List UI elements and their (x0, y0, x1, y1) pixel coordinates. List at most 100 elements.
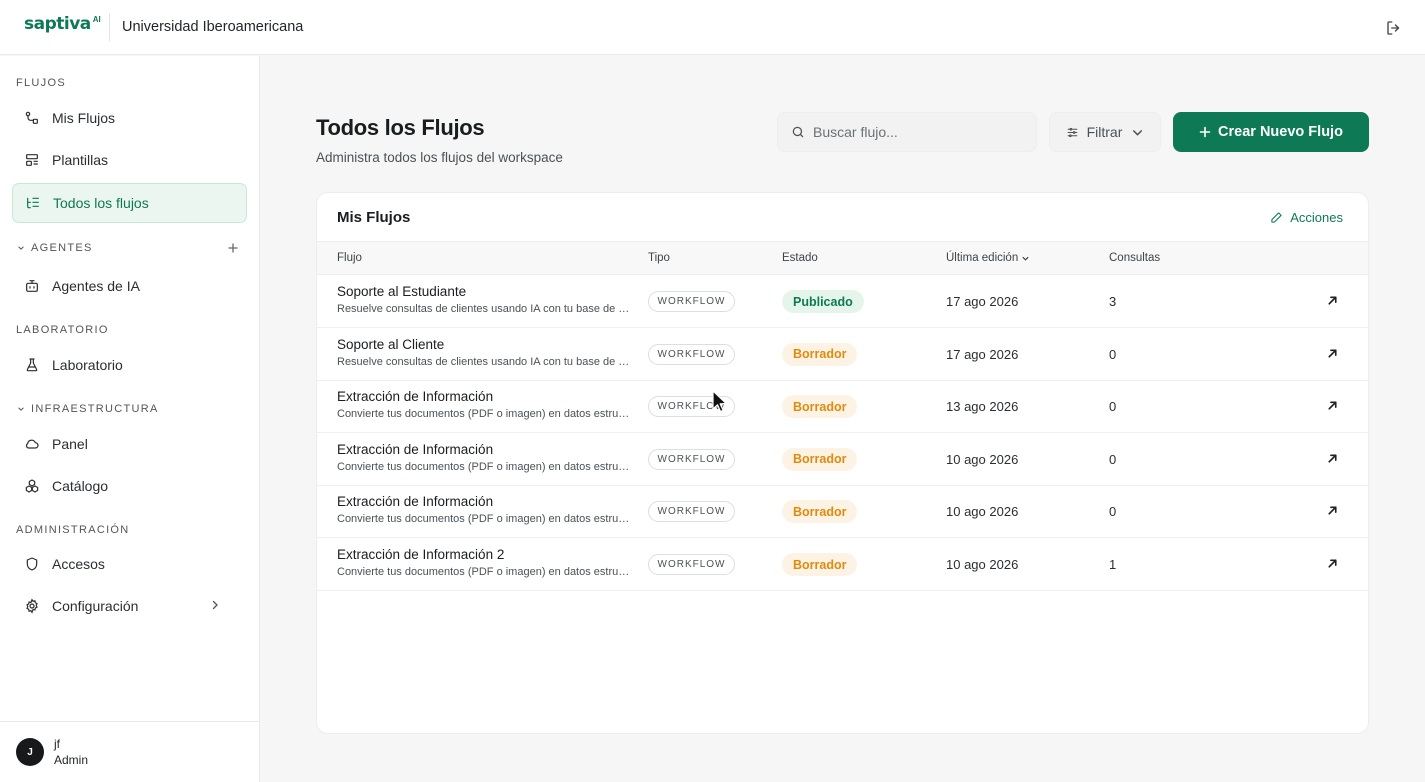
open-external-icon[interactable] (1326, 399, 1339, 412)
plus-icon (1199, 126, 1211, 138)
query-count: 0 (1109, 346, 1117, 362)
search-icon (792, 126, 804, 138)
open-external-icon[interactable] (1326, 347, 1339, 360)
user-profile[interactable]: J jf Admin (0, 721, 259, 782)
column-header-label: Última edición (946, 252, 1019, 264)
chevron-down-icon (18, 407, 24, 411)
actions-button[interactable]: Acciones (1270, 210, 1343, 225)
flow-description: Convierte tus documentos (PDF o imagen) … (337, 408, 631, 421)
column-header-ultima-edicion[interactable]: Última edición (946, 252, 1030, 264)
sidebar-item-label: Laboratorio (52, 357, 123, 373)
flow-name[interactable]: Soporte al Estudiante (337, 284, 466, 299)
flow-name[interactable]: Extracción de Información (337, 494, 493, 509)
logout-icon[interactable] (1385, 19, 1403, 37)
flow-description: Resuelve consultas de clientes usando IA… (337, 355, 631, 368)
sidebar-item-accesos[interactable]: Accesos (12, 544, 247, 584)
templates-icon (26, 154, 38, 166)
section-toggle-infraestructura[interactable]: INFRAESTRUCTURA (17, 403, 159, 415)
status-badge: Publicado (782, 290, 864, 313)
sidebar-item-label: Accesos (52, 556, 105, 572)
add-agent-icon[interactable] (226, 241, 240, 255)
flow-description: Resuelve consultas de clientes usando IA… (337, 303, 631, 315)
flow-name[interactable]: Extracción de Información (337, 389, 493, 404)
section-label-agentes: AGENTES (31, 242, 93, 254)
mouse-cursor-icon (712, 390, 727, 413)
type-badge: WORKFLOW (648, 291, 735, 312)
type-badge: WORKFLOW (648, 501, 735, 523)
query-count: 0 (1109, 504, 1117, 520)
column-header-consultas: Consultas (1109, 252, 1161, 264)
query-count: 1 (1109, 557, 1117, 572)
flows-icon (25, 111, 38, 124)
page-subtitle: Administra todos los flujos del workspac… (316, 150, 563, 165)
last-edited-date: 10 ago 2026 (946, 504, 1019, 520)
status-badge: Borrador (782, 342, 858, 366)
section-label-flujos: FLUJOS (16, 77, 66, 89)
bot-icon (26, 280, 38, 292)
last-edited-date: 17 ago 2026 (946, 294, 1019, 309)
section-toggle-agentes[interactable]: AGENTES (17, 242, 93, 254)
user-name: jf (54, 737, 60, 751)
chevron-down-icon (18, 246, 24, 250)
query-count: 0 (1109, 451, 1117, 467)
open-external-icon[interactable] (1326, 557, 1339, 570)
sidebar-item-label: Panel (52, 436, 88, 452)
table-row[interactable]: Extracción de Información Convierte tus d… (317, 433, 1368, 486)
flow-description: Convierte tus documentos (PDF o imagen) … (337, 460, 631, 473)
user-role: Admin (54, 753, 89, 767)
flows-card: Mis Flujos Acciones Flujo Tipo Estado Úl… (316, 192, 1369, 734)
sidebar-item-label: Todos los flujos (53, 195, 149, 211)
sidebar-item-agentes-de-ia[interactable]: Agentes de IA (12, 266, 247, 306)
avatar: J (16, 738, 44, 766)
sidebar-item-laboratorio[interactable]: Laboratorio (12, 345, 247, 385)
list-tree-icon (27, 197, 39, 209)
flow-name[interactable]: Extracción de Información (337, 442, 493, 457)
open-external-icon[interactable] (1326, 452, 1339, 465)
table-row[interactable]: Soporte al Cliente Resuelve consultas de … (317, 328, 1368, 381)
gear-icon (26, 598, 38, 614)
flow-description: Convierte tus documentos (PDF o imagen) … (337, 566, 631, 578)
search-input[interactable] (813, 124, 1013, 140)
top-bar: saptiva AI Universidad Iberoamericana (0, 0, 1425, 55)
query-count: 3 (1109, 294, 1117, 309)
sidebar-item-label: Catálogo (52, 478, 109, 494)
column-header-estado: Estado (782, 252, 818, 264)
type-badge: WORKFLOW (648, 343, 735, 365)
status-badge: Borrador (782, 447, 858, 471)
open-external-icon[interactable] (1326, 504, 1339, 517)
sidebar-item-catalogo[interactable]: Catálogo (12, 466, 247, 506)
last-edited-date: 10 ago 2026 (946, 451, 1019, 467)
sidebar-item-mis-flujos[interactable]: Mis Flujos (12, 98, 247, 138)
sidebar-item-plantillas[interactable]: Plantillas (12, 140, 247, 180)
chevron-down-icon (1133, 129, 1143, 136)
flow-name[interactable]: Soporte al Cliente (337, 337, 444, 352)
flow-name[interactable]: Extracción de Información 2 (337, 547, 504, 562)
sidebar-item-todos-los-flujos[interactable]: Todos los flujos (12, 183, 247, 223)
actions-label: Acciones (1290, 210, 1343, 225)
type-badge: WORKFLOW (648, 554, 735, 575)
cloud-icon (25, 439, 39, 449)
sort-chevron-icon (1022, 256, 1029, 261)
boxes-icon (25, 479, 39, 493)
section-label-laboratorio: LABORATORIO (16, 324, 109, 336)
section-label-administracion: ADMINISTRACIÓN (16, 524, 130, 536)
create-flow-button[interactable]: Crear Nuevo Flujo (1173, 112, 1369, 152)
query-count: 0 (1109, 399, 1117, 415)
open-external-icon[interactable] (1326, 294, 1339, 307)
filter-button[interactable]: Filtrar (1049, 112, 1161, 152)
status-badge: Borrador (782, 553, 858, 576)
search-box[interactable] (777, 112, 1037, 152)
table-row[interactable]: Extracción de Información 2 Convierte tus… (317, 538, 1368, 591)
sidebar-item-panel[interactable]: Panel (12, 424, 247, 464)
type-badge: WORKFLOW (648, 448, 735, 470)
logo-text: saptiva (24, 14, 91, 34)
saptiva-logo[interactable]: saptiva AI (24, 14, 101, 34)
flow-description: Convierte tus documentos (PDF o imagen) … (337, 513, 631, 526)
chevron-right-icon (212, 600, 218, 610)
table-row[interactable]: Soporte al Estudiante Resuelve consultas … (317, 275, 1368, 328)
table-row[interactable]: Extracción de Información Convierte tus d… (317, 485, 1368, 539)
last-edited-date: 13 ago 2026 (946, 399, 1019, 415)
column-header-flujo: Flujo (337, 252, 362, 264)
table-row[interactable]: Extracción de Información Convierte tus d… (317, 380, 1368, 434)
sidebar-item-configuracion[interactable]: Configuración (12, 586, 247, 626)
